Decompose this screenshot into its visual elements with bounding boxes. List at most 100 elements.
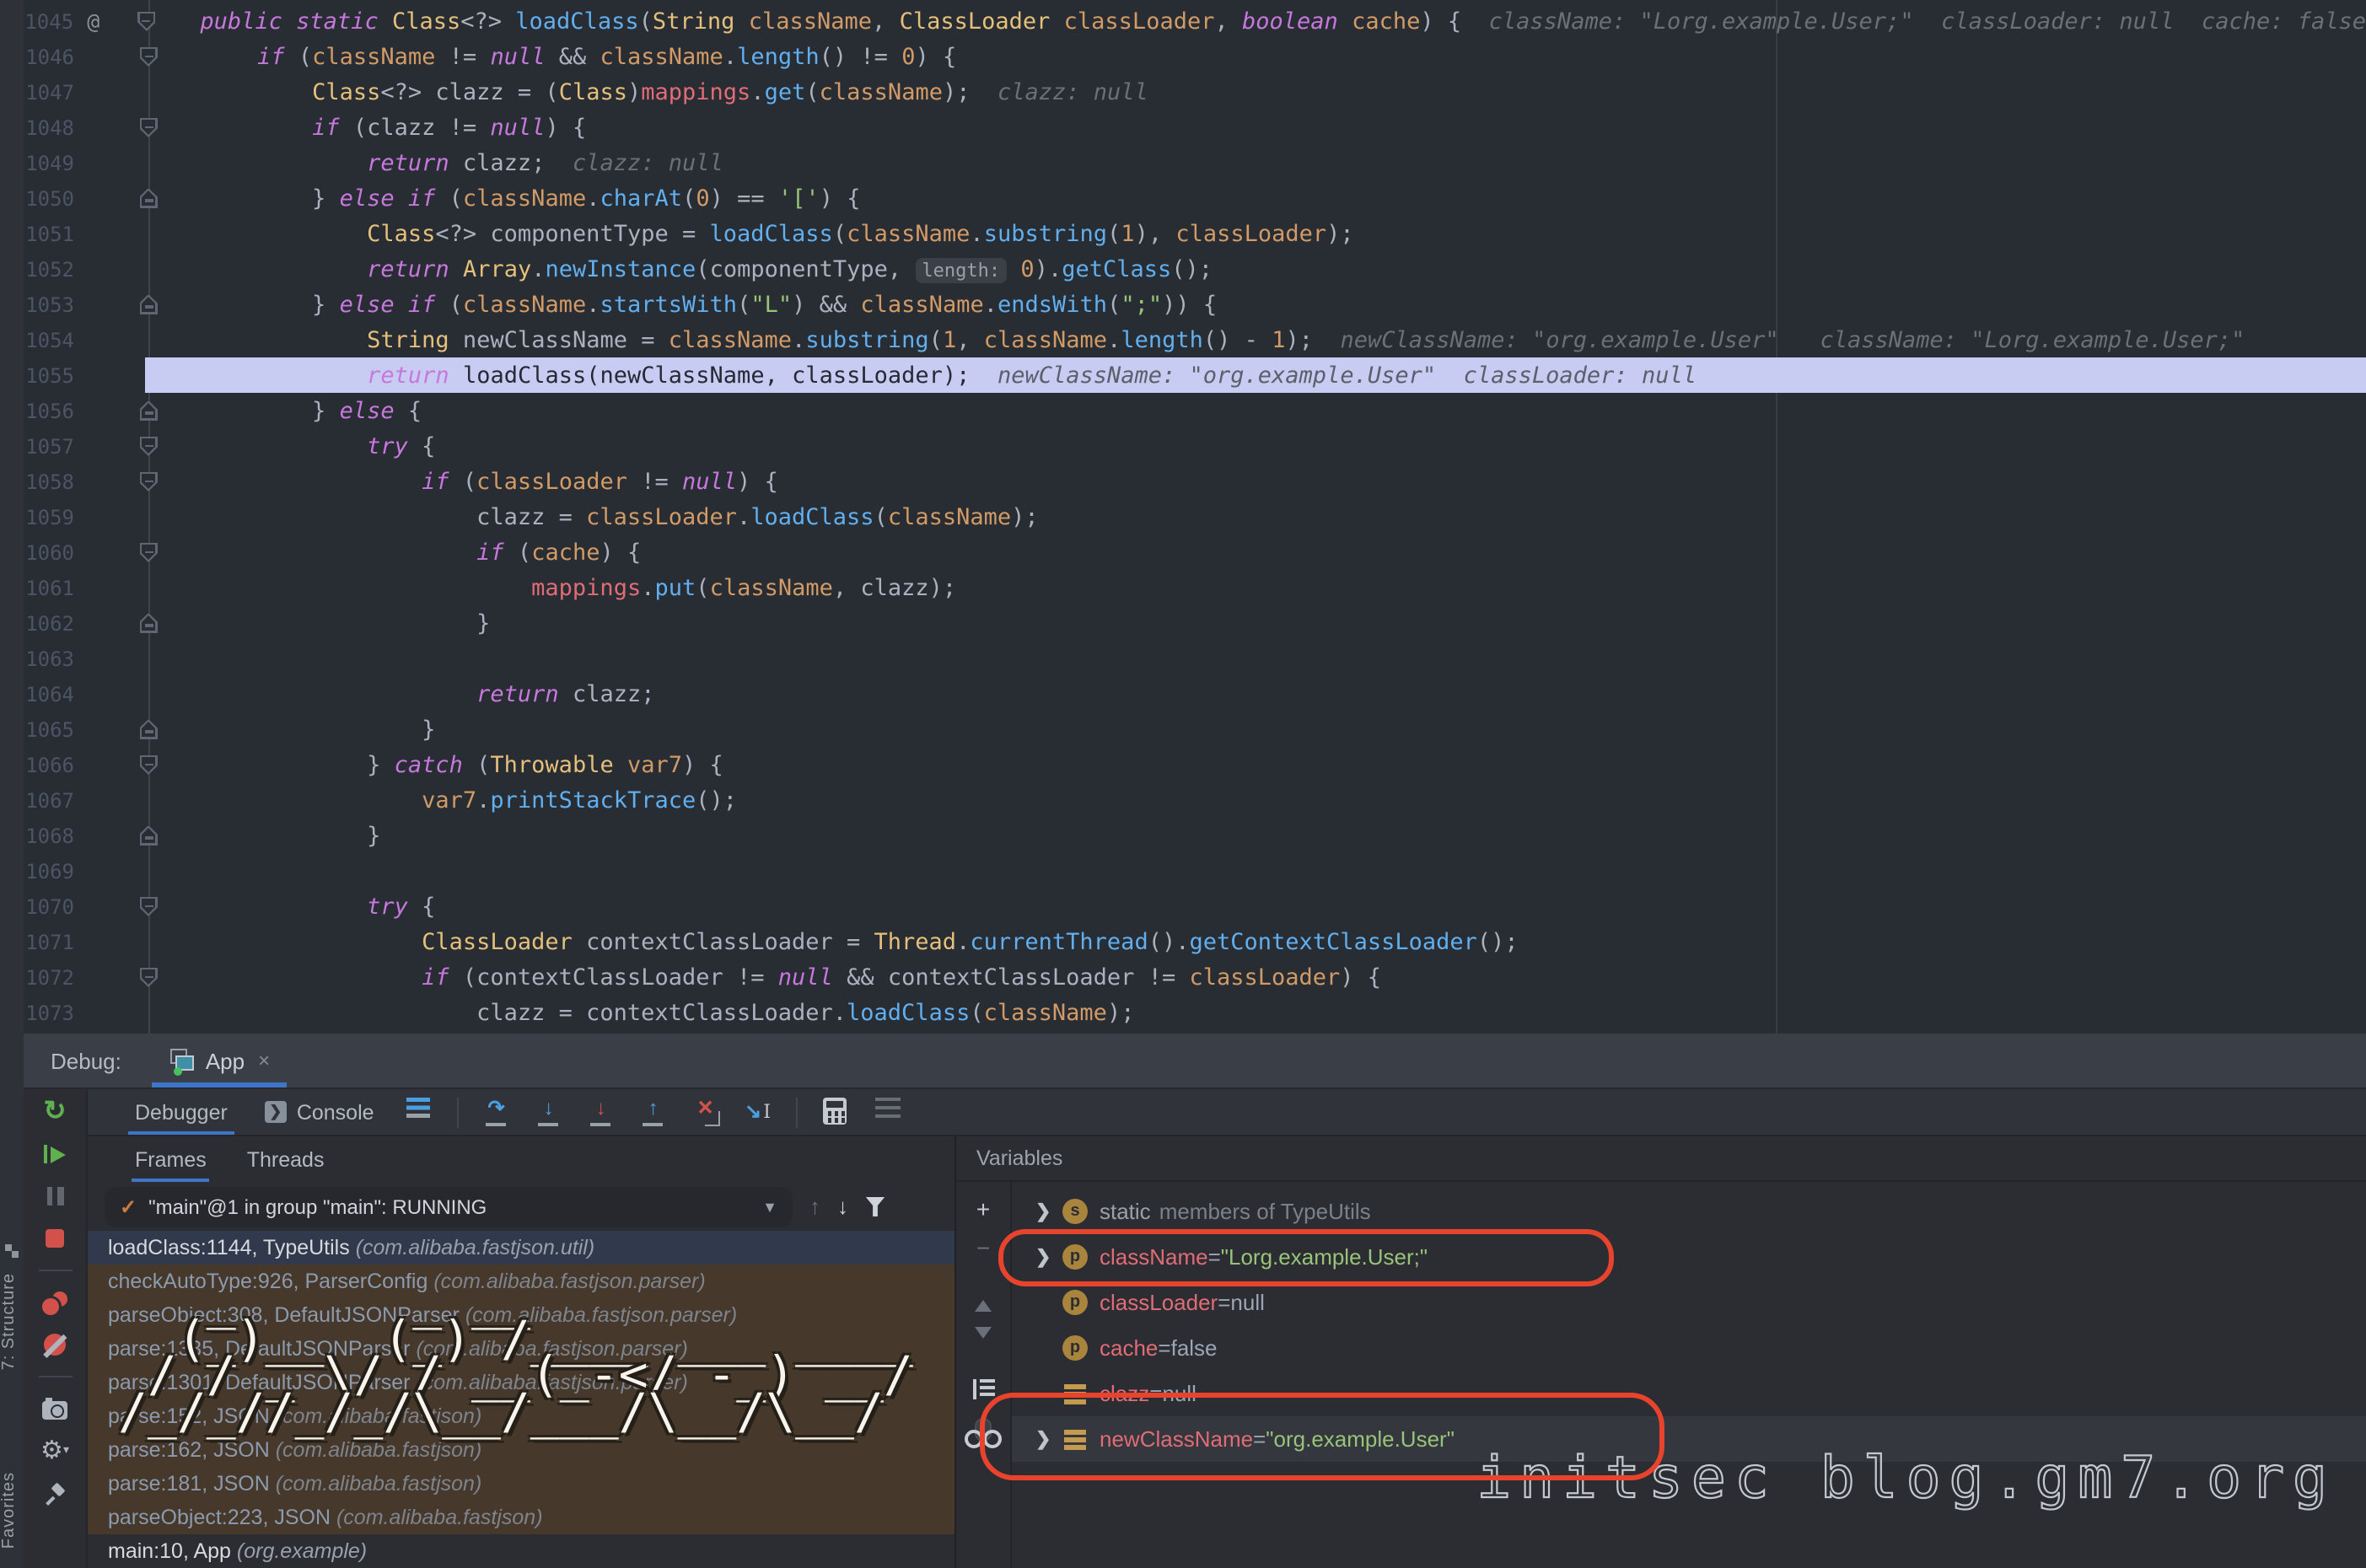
- fold-marker-icon[interactable]: [139, 436, 158, 456]
- code-line[interactable]: 1049 return clazz; clazz: null: [24, 145, 2366, 180]
- gutter-fold-column[interactable]: [115, 719, 182, 739]
- fold-marker-icon[interactable]: [139, 542, 158, 562]
- stop-icon[interactable]: [38, 1224, 72, 1253]
- fold-marker-icon[interactable]: [139, 294, 158, 314]
- code-line[interactable]: 1070 try {: [24, 889, 2366, 924]
- gutter-fold-column[interactable]: [115, 754, 182, 775]
- tab-frames[interactable]: Frames: [132, 1136, 210, 1182]
- evaluate-expression-icon[interactable]: [821, 1098, 850, 1126]
- step-over-icon[interactable]: ↷: [482, 1098, 511, 1126]
- expand-chevron-icon[interactable]: ❯: [1035, 1200, 1062, 1222]
- code-line[interactable]: 1052 return Array.newInstance(componentT…: [24, 251, 2366, 287]
- stack-frame-row[interactable]: loadClass:1144, TypeUtils (com.alibaba.f…: [88, 1231, 954, 1265]
- code-line[interactable]: 1069: [24, 853, 2366, 889]
- step-out-icon[interactable]: ↑: [639, 1098, 668, 1126]
- expand-chevron-icon[interactable]: ❯: [1035, 1428, 1062, 1450]
- show-watches-toggle[interactable]: [975, 1418, 992, 1442]
- thread-selector[interactable]: ✓ "main"@1 in group "main": RUNNING ▼: [105, 1186, 793, 1227]
- gutter-fold-column[interactable]: [115, 400, 182, 421]
- fold-marker-icon[interactable]: [139, 825, 158, 846]
- gutter-fold-column[interactable]: [115, 542, 182, 562]
- fold-marker-icon[interactable]: [139, 46, 158, 67]
- code-line[interactable]: 1058 if (classLoader != null) {: [24, 464, 2366, 499]
- code-line[interactable]: 1050 } else if (className.charAt(0) == '…: [24, 180, 2366, 216]
- code-line[interactable]: 1048 if (clazz != null) {: [24, 110, 2366, 145]
- gutter-fold-column[interactable]: [115, 294, 182, 314]
- variable-row[interactable]: pcache = false: [1012, 1325, 2366, 1371]
- gutter-fold-column[interactable]: [115, 896, 182, 916]
- show-execution-point-icon[interactable]: [405, 1098, 433, 1126]
- stack-frame-row[interactable]: main:10, App (org.example): [88, 1534, 954, 1568]
- settings-gear-icon[interactable]: ⚙: [38, 1436, 72, 1465]
- code-line[interactable]: 1071 ClassLoader contextClassLoader = Th…: [24, 924, 2366, 959]
- code-line[interactable]: 1063: [24, 641, 2366, 676]
- code-line[interactable]: 1065 }: [24, 712, 2366, 747]
- code-line[interactable]: 1062 }: [24, 605, 2366, 641]
- code-line[interactable]: 1073 clazz = contextClassLoader.loadClas…: [24, 995, 2366, 1030]
- tab-console[interactable]: ❯ Console: [258, 1089, 381, 1135]
- move-up-icon[interactable]: [975, 1300, 992, 1312]
- code-line[interactable]: 1056 } else {: [24, 393, 2366, 428]
- duplicate-list-icon[interactable]: [972, 1379, 994, 1399]
- code-line[interactable]: 1066 } catch (Throwable var7) {: [24, 747, 2366, 782]
- code-line[interactable]: 1053 } else if (className.startsWith("L"…: [24, 287, 2366, 322]
- code-line[interactable]: 1057 try {: [24, 428, 2366, 464]
- mute-breakpoints-icon[interactable]: [38, 1330, 72, 1359]
- code-line[interactable]: 1068 }: [24, 818, 2366, 853]
- tool-window-favorites[interactable]: Favorites: [0, 1472, 24, 1549]
- fold-marker-icon[interactable]: [139, 117, 158, 137]
- gutter-fold-column[interactable]: [115, 825, 182, 846]
- resume-icon[interactable]: [38, 1140, 72, 1168]
- thread-dump-camera-icon[interactable]: [38, 1394, 72, 1423]
- tab-debugger[interactable]: Debugger: [128, 1089, 234, 1135]
- gutter-fold-column[interactable]: [115, 436, 182, 456]
- code-line[interactable]: 1045@public static Class<?> loadClass(St…: [24, 3, 2366, 39]
- fold-marker-icon[interactable]: [139, 400, 158, 421]
- step-into-icon[interactable]: ↓: [535, 1098, 563, 1126]
- prev-frame-icon[interactable]: ↑: [809, 1195, 820, 1217]
- force-step-into-icon[interactable]: ↓: [587, 1098, 616, 1126]
- trace-stream-icon[interactable]: [874, 1098, 902, 1126]
- tool-window-structure[interactable]: 7: Structure: [0, 1273, 24, 1370]
- drop-frame-icon[interactable]: ✕: [691, 1098, 720, 1126]
- execution-line[interactable]: 1055 return loadClass(newClassName, clas…: [24, 357, 2366, 393]
- code-line[interactable]: 1054 String newClassName = className.sub…: [24, 322, 2366, 357]
- fold-marker-icon[interactable]: [139, 471, 158, 491]
- rerun-icon[interactable]: ↻: [38, 1098, 72, 1126]
- fold-marker-icon[interactable]: [139, 613, 158, 633]
- next-frame-icon[interactable]: ↓: [837, 1195, 848, 1217]
- gutter-fold-column[interactable]: [115, 471, 182, 491]
- expand-chevron-icon[interactable]: ❯: [1035, 1246, 1062, 1268]
- add-watch-icon[interactable]: +: [976, 1197, 990, 1221]
- gutter-fold-column[interactable]: [115, 188, 182, 208]
- variable-row[interactable]: ❯pclassName = "Lorg.example.User;": [1012, 1234, 2366, 1280]
- close-icon[interactable]: ×: [258, 1049, 270, 1072]
- code-line[interactable]: 1046 if (className != null && className.…: [24, 39, 2366, 74]
- fold-marker-icon[interactable]: [137, 11, 156, 31]
- code-line[interactable]: 1072 if (contextClassLoader != null && c…: [24, 959, 2366, 995]
- code-line[interactable]: 1059 clazz = classLoader.loadClass(class…: [24, 499, 2366, 534]
- gutter-fold-column[interactable]: [114, 11, 180, 31]
- code-line[interactable]: 1051 Class<?> componentType = loadClass(…: [24, 216, 2366, 251]
- fold-marker-icon[interactable]: [139, 896, 158, 916]
- fold-marker-icon[interactable]: [139, 967, 158, 987]
- tab-threads[interactable]: Threads: [244, 1136, 328, 1182]
- gutter-fold-column[interactable]: [115, 46, 182, 67]
- run-to-cursor-icon[interactable]: ↘I: [744, 1098, 772, 1126]
- stack-frame-row[interactable]: parseObject:223, JSON (com.alibaba.fastj…: [88, 1501, 954, 1534]
- hide-frames-filter-icon[interactable]: [865, 1196, 885, 1216]
- variable-row[interactable]: clazz = null: [1012, 1371, 2366, 1416]
- fold-marker-icon[interactable]: [139, 188, 158, 208]
- code-editor[interactable]: 1045@public static Class<?> loadClass(St…: [24, 0, 2366, 1034]
- fold-marker-icon[interactable]: [139, 754, 158, 775]
- gutter-fold-column[interactable]: [115, 613, 182, 633]
- code-line[interactable]: 1067 var7.printStackTrace();: [24, 782, 2366, 818]
- remove-watch-icon[interactable]: −: [976, 1236, 990, 1259]
- fold-marker-icon[interactable]: [139, 719, 158, 739]
- pin-icon[interactable]: [38, 1479, 72, 1507]
- code-line[interactable]: 1064 return clazz;: [24, 676, 2366, 712]
- gutter-fold-column[interactable]: [115, 967, 182, 987]
- code-line[interactable]: 1060 if (cache) {: [24, 534, 2366, 570]
- pause-icon[interactable]: [38, 1182, 72, 1211]
- move-down-icon[interactable]: [975, 1327, 992, 1339]
